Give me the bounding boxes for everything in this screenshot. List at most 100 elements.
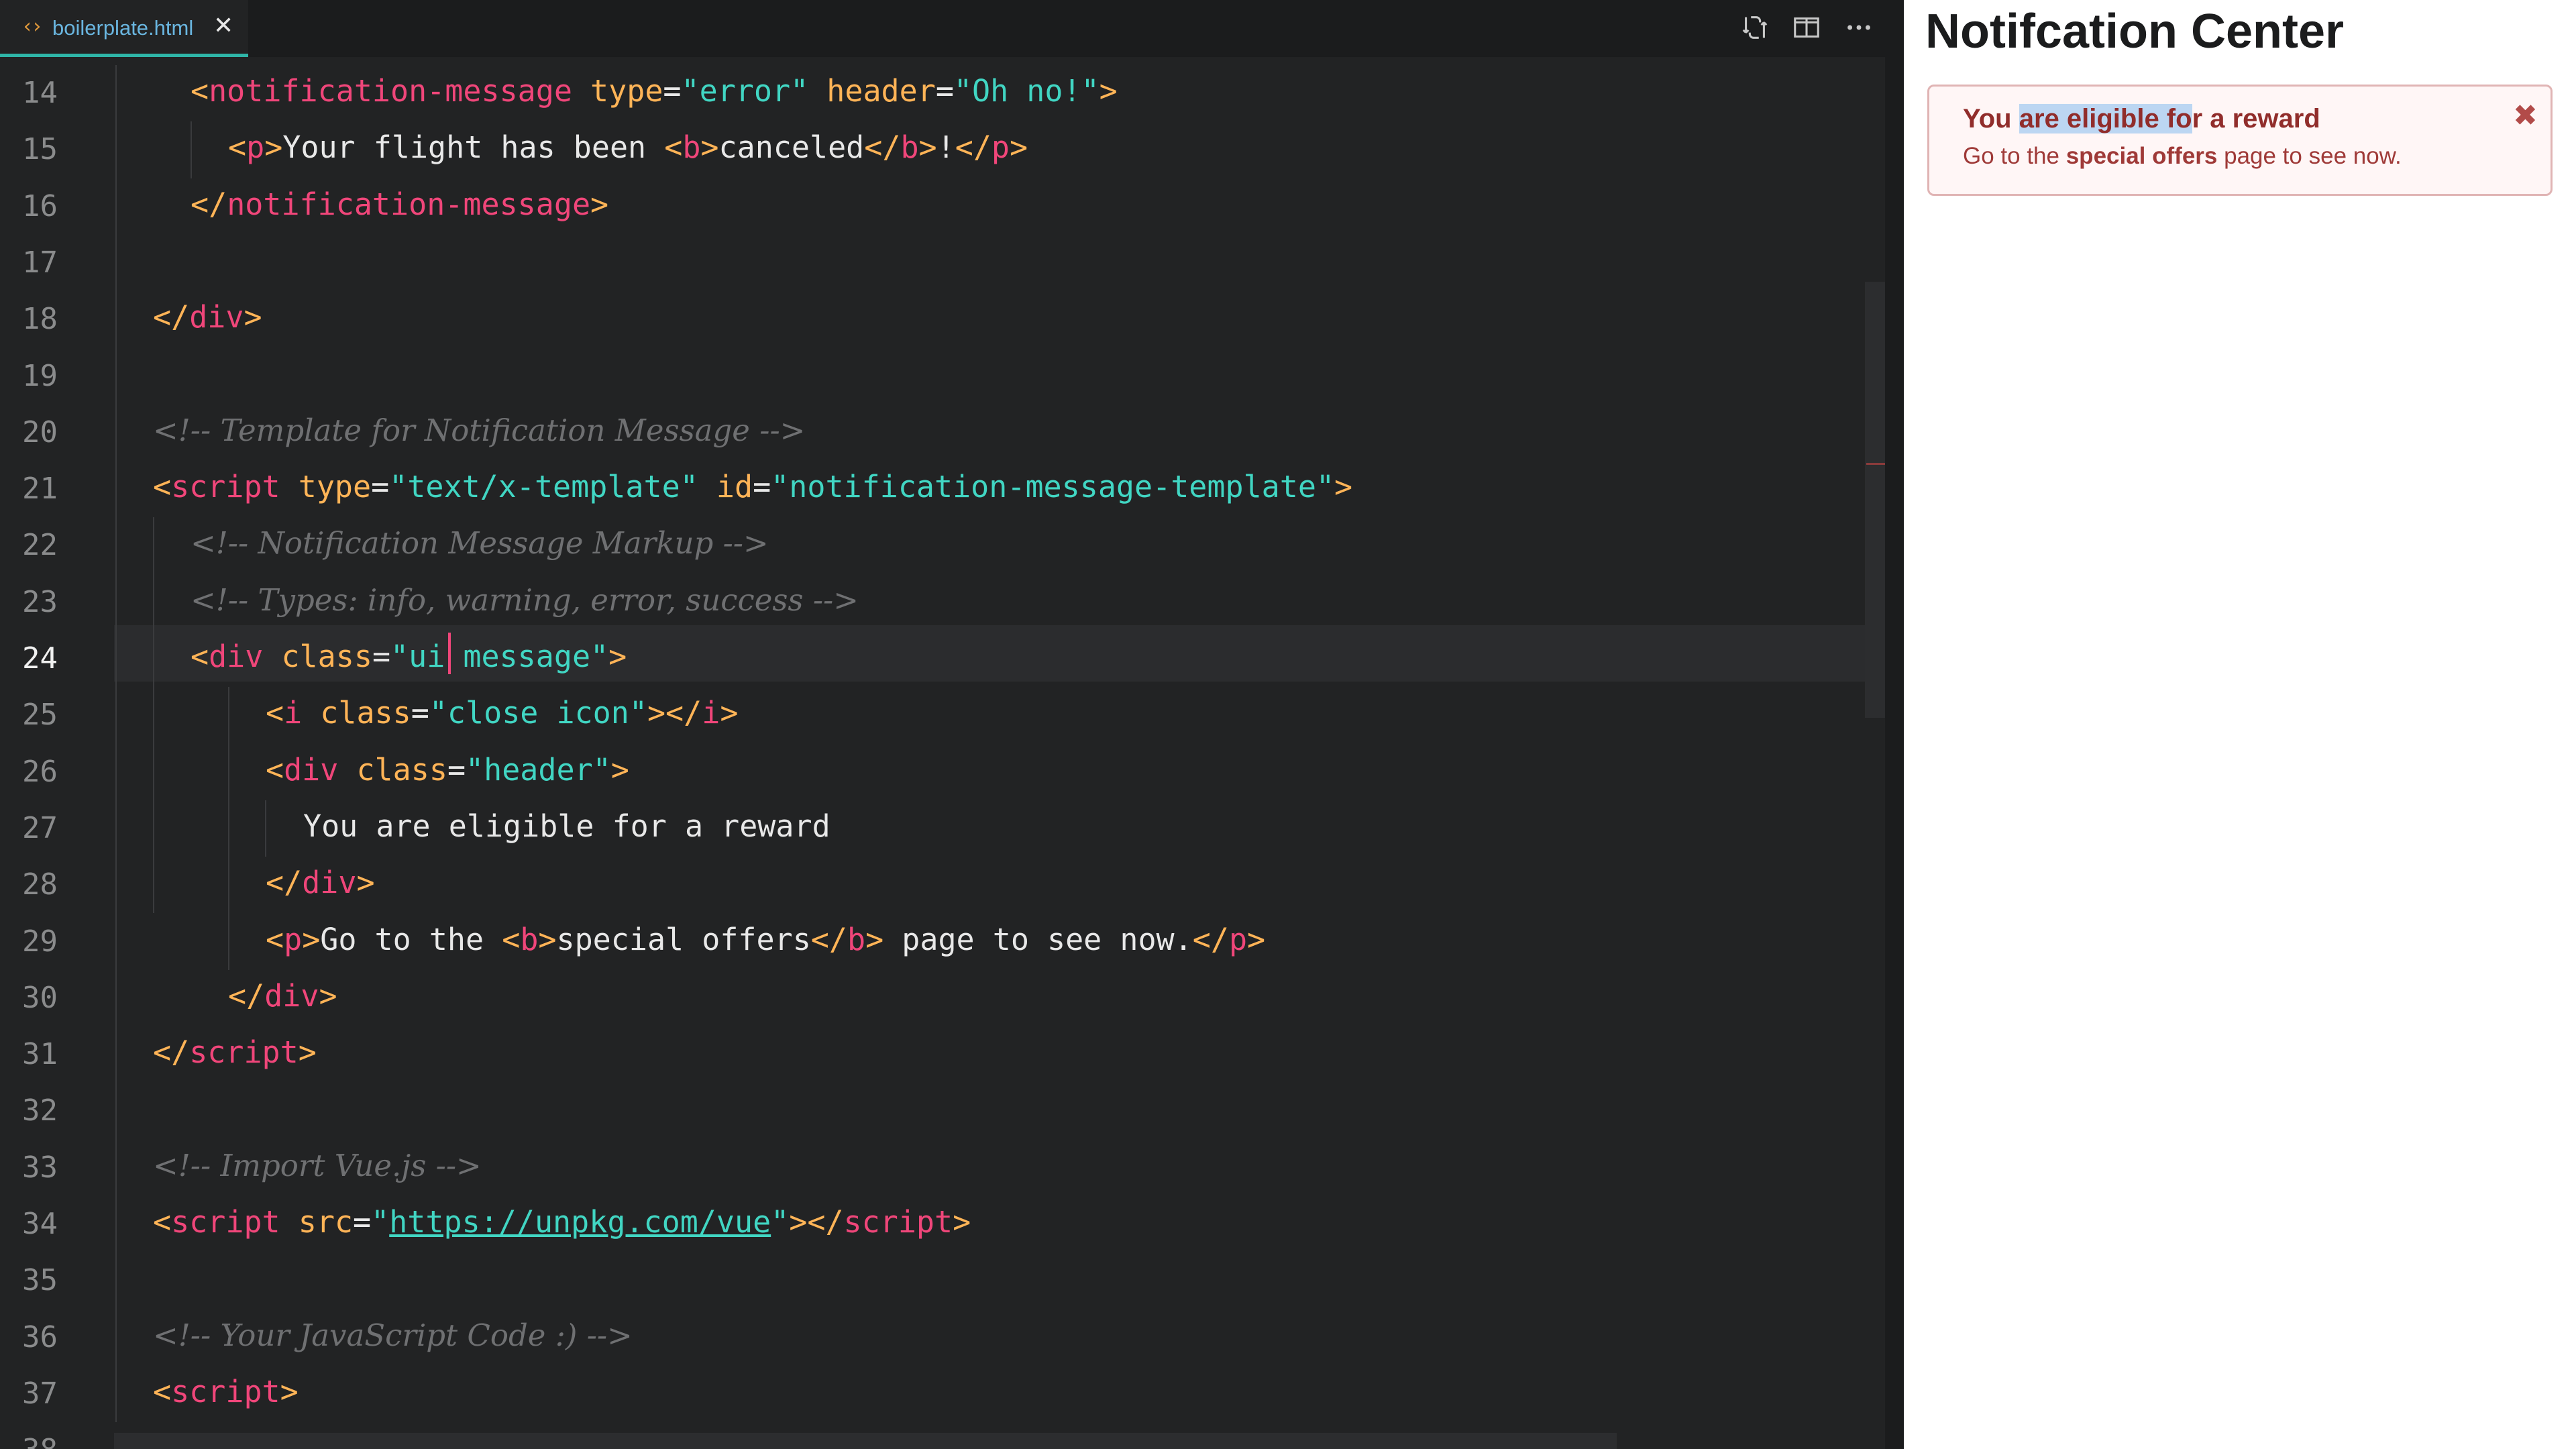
git-compare-icon[interactable] (1739, 12, 1770, 43)
code-line: <p>Your flight has been <b>canceled</b>!… (228, 129, 1028, 165)
code-token: > (244, 299, 262, 335)
preview-pane: Notifcation Center You are eligible for … (1904, 0, 2576, 1449)
code-token: " (371, 1204, 390, 1240)
code-token: = (372, 639, 391, 674)
more-actions-icon[interactable] (1843, 12, 1874, 43)
code-line: </script> (153, 1034, 317, 1070)
code-token: < (153, 1373, 172, 1409)
code-token: </ (810, 921, 847, 957)
code-token: p (284, 921, 303, 957)
code-token: > (865, 921, 884, 957)
close-icon[interactable]: ✕ (213, 12, 233, 40)
notification-message: You are eligible for a reward Go to the … (1927, 85, 2553, 196)
pane-divider[interactable] (1885, 57, 1904, 1449)
code-line: <!-- Import Vue.js --> (153, 1148, 482, 1183)
code-token: type (590, 73, 663, 109)
code-token: div (189, 299, 244, 335)
code-token: You are eligible for a reward (303, 808, 830, 844)
code-line: <i class="close icon"></i> (266, 695, 738, 731)
line-number: 14 (22, 76, 58, 110)
code-token: <!-- Notification Message Markup --> (191, 525, 769, 561)
split-editor-icon[interactable] (1791, 12, 1822, 43)
code-token: script (843, 1204, 953, 1240)
close-icon[interactable]: ✖ (2513, 99, 2538, 133)
code-token: = (663, 73, 682, 109)
code-token: b (847, 921, 866, 957)
code-token: </ (266, 865, 303, 901)
code-token: = (447, 751, 466, 788)
code-token: notification-message (209, 73, 572, 109)
code-token: = (753, 469, 771, 505)
code-token: div (209, 639, 264, 674)
tab-boilerplate-html[interactable]: ‹› boilerplate.html ✕ (0, 0, 248, 57)
code-token: </ (228, 977, 265, 1014)
code-token: <!-- Template for Notification Message -… (153, 412, 806, 448)
code-token: </ (191, 186, 227, 222)
code-line: <!-- Types: info, warning, error, succes… (191, 582, 859, 618)
line-number: 22 (22, 528, 58, 563)
message-body: Go to the special offers page to see now… (1963, 143, 2402, 170)
code-token: > (720, 695, 739, 731)
code-token: header (826, 73, 936, 109)
code-token: canceled (718, 129, 865, 166)
code-token: " (771, 1204, 790, 1240)
code-token: div (302, 865, 357, 901)
code-token: < (266, 695, 284, 731)
code-token: Your flight has been (282, 129, 665, 166)
line-number: 17 (22, 245, 58, 280)
code-token: script (171, 1373, 280, 1409)
indent-guide (228, 687, 229, 970)
code-token: </ (665, 695, 702, 731)
line-number: 31 (22, 1037, 58, 1072)
line-number: 35 (22, 1263, 58, 1298)
line-number: 38 (0, 1433, 58, 1449)
line-number: 16 (22, 189, 58, 223)
code-editor[interactable]: ‹› boilerplate.html ✕ 14 15 16 17 18 19 20 21 22… (0, 0, 1904, 1449)
indent-guide (153, 517, 154, 914)
vertical-scrollbar[interactable] (1865, 282, 1885, 718)
indent-guide (265, 800, 266, 857)
code-token: = (411, 695, 429, 731)
code-token: = (371, 469, 390, 505)
code-token: div (264, 977, 319, 1014)
code-line: </div> (228, 978, 337, 1014)
code-token: div (284, 751, 339, 788)
code-token: > (319, 977, 337, 1014)
code-line: </div> (266, 865, 375, 900)
code-token: "notification-message-template" (771, 469, 1335, 505)
code-token: p (246, 129, 265, 166)
code-token: type (298, 469, 372, 505)
code-token: "error" (681, 73, 809, 109)
horizontal-scrollbar[interactable] (114, 1433, 1617, 1449)
code-token: script (171, 469, 280, 505)
code-token: </ (1192, 921, 1229, 957)
code-line: <div class="ui message"> (191, 639, 627, 674)
code-token: > (1247, 921, 1266, 957)
code-token: class (320, 695, 411, 731)
code-token: < (664, 129, 683, 166)
code-token: </ (807, 1204, 844, 1240)
line-number: 20 (22, 415, 58, 449)
code-token: > (264, 129, 283, 166)
code-token: <!-- Import Vue.js --> (153, 1147, 482, 1183)
code-token: < (191, 73, 209, 109)
code-token: i (284, 695, 303, 731)
code-token: > (302, 921, 321, 957)
code-token: b (682, 129, 701, 166)
message-body-text: Go to the (1963, 143, 2066, 169)
code-token: > (610, 751, 629, 788)
code-token: i (702, 695, 720, 731)
code-token: </ (955, 129, 991, 166)
code-token: > (590, 186, 609, 222)
code-token: > (298, 1034, 317, 1071)
line-number: 19 (22, 358, 58, 393)
code-line: <notification-message type="error" heade… (191, 73, 1118, 109)
code-token: special offers (556, 921, 811, 957)
code-token: < (228, 129, 247, 166)
code-line: <p>Go to the <b>special offers</b> page … (266, 922, 1265, 957)
code-token: "text/x-template" (389, 469, 698, 505)
